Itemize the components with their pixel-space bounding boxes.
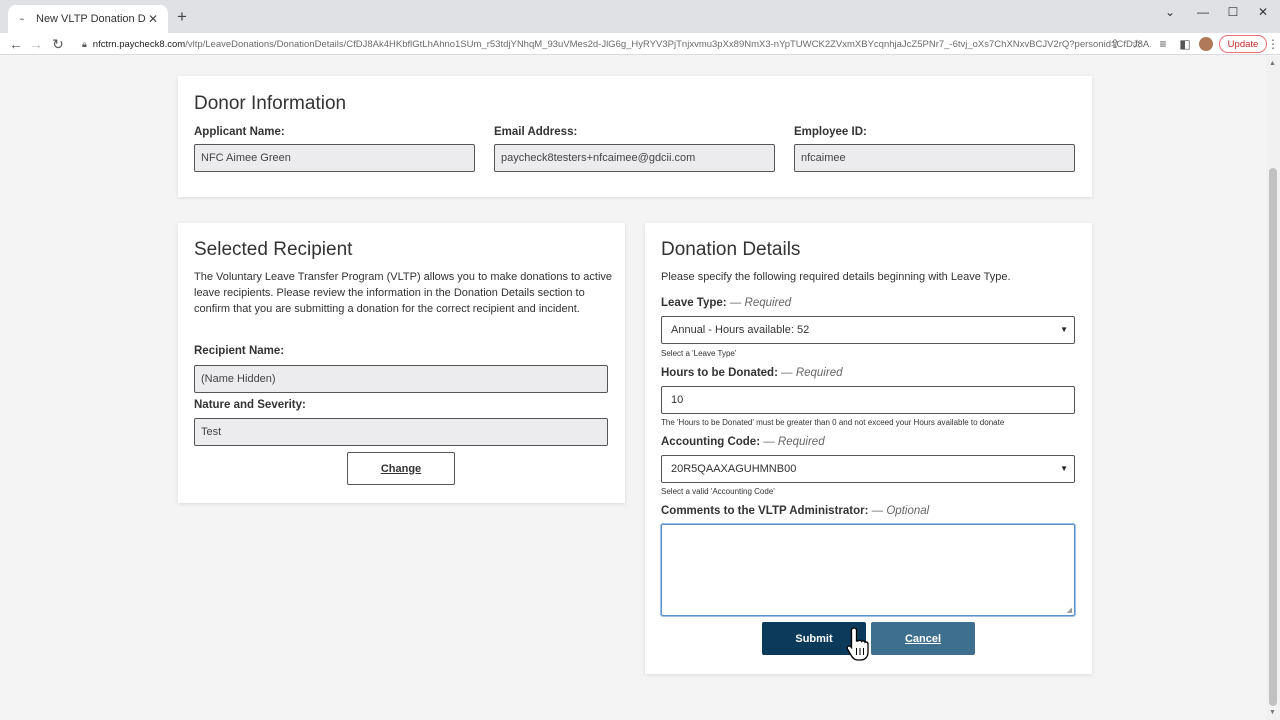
- tab-title: New VLTP Donation Detail: [36, 13, 146, 25]
- leave-type-select[interactable]: Annual - Hours available: 52 ▼: [661, 316, 1075, 344]
- site-favicon-icon: ⌁: [19, 13, 25, 24]
- accounting-code-help: Select a valid 'Accounting Code': [661, 487, 775, 496]
- hours-donated-input[interactable]: 10: [661, 386, 1075, 414]
- chevron-down-icon: ▼: [1060, 325, 1068, 334]
- star-icon[interactable]: ☆: [1128, 34, 1146, 54]
- leave-type-label-text: Leave Type:: [661, 297, 727, 309]
- applicant-name-label: Applicant Name:: [194, 126, 285, 138]
- page-scrollbar[interactable]: ▲ ▼: [1266, 56, 1280, 720]
- donation-details-card: Donation Details Please specify the foll…: [645, 223, 1092, 674]
- reading-list-icon[interactable]: ≡: [1154, 34, 1172, 54]
- nature-severity-label: Nature and Severity:: [194, 399, 306, 411]
- browser-toolbar: ← → ↻ 🔒︎ nfctrn.paycheck8.com/vltp/Leave…: [0, 33, 1280, 55]
- tab-close-icon[interactable]: ✕: [146, 12, 160, 26]
- required-tag: — Required: [763, 436, 825, 448]
- page-viewport: Donor Information Applicant Name: NFC Ai…: [0, 56, 1266, 720]
- leave-type-value: Annual - Hours available: 52: [671, 324, 810, 336]
- hours-donated-label-text: Hours to be Donated:: [661, 367, 778, 379]
- recipient-description: The Voluntary Leave Transfer Program (VL…: [194, 271, 612, 315]
- donation-intro: Please specify the following required de…: [661, 271, 1011, 283]
- share-icon[interactable]: ⇪: [1106, 34, 1124, 54]
- cancel-button[interactable]: Cancel: [871, 622, 975, 655]
- recipient-name-field: (Name Hidden): [194, 365, 608, 393]
- minimize-icon[interactable]: —: [1188, 2, 1218, 22]
- applicant-name-field: NFC Aimee Green: [194, 144, 475, 172]
- window-close-icon[interactable]: ✕: [1248, 2, 1278, 22]
- resize-grip-icon[interactable]: ◢: [1067, 606, 1072, 614]
- leave-type-help: Select a 'Leave Type': [661, 349, 737, 358]
- hand-pointer-cursor-icon: [846, 627, 869, 661]
- recipient-name-label: Recipient Name:: [194, 345, 285, 357]
- accounting-code-value: 20R5QAAXAGUHMNB00: [671, 463, 797, 475]
- comments-label: Comments to the VLTP Administrator: — Op…: [661, 505, 929, 517]
- url-path: /vltp/LeaveDonations/DonationDetails/CfD…: [185, 38, 1151, 50]
- scrollbar-thumb[interactable]: [1269, 168, 1277, 706]
- selected-recipient-card: Selected Recipient The Voluntary Leave T…: [178, 223, 625, 503]
- reload-icon[interactable]: ↻: [48, 33, 68, 55]
- browser-tab[interactable]: ⌁ New VLTP Donation Detail ✕: [8, 5, 168, 33]
- email-address-field: paycheck8testers+nfcaimee@gdcii.com: [494, 144, 775, 172]
- donation-heading: Donation Details: [661, 239, 801, 260]
- address-bar[interactable]: 🔒︎ nfctrn.paycheck8.com/vltp/LeaveDonati…: [76, 34, 1151, 54]
- change-button[interactable]: Change: [347, 452, 455, 485]
- comments-textarea[interactable]: ◢: [661, 524, 1075, 616]
- scroll-up-icon[interactable]: ▲: [1269, 60, 1276, 67]
- accounting-code-label-text: Accounting Code:: [661, 436, 761, 448]
- hours-donated-help: The 'Hours to be Donated' must be greate…: [661, 418, 1005, 427]
- lock-icon[interactable]: 🔒︎: [82, 39, 87, 50]
- update-button[interactable]: Update: [1219, 35, 1267, 53]
- required-tag: — Required: [729, 297, 792, 309]
- back-icon[interactable]: ←: [6, 33, 26, 55]
- accounting-code-select[interactable]: 20R5QAAXAGUHMNB00 ▼: [661, 455, 1075, 483]
- browser-tab-bar: ⌁ New VLTP Donation Detail ✕ + ⌄ — ☐ ✕: [0, 0, 1280, 33]
- side-panel-icon[interactable]: ◧: [1176, 34, 1194, 54]
- maximize-icon[interactable]: ☐: [1218, 2, 1248, 22]
- chevron-down-icon: ▼: [1060, 464, 1068, 473]
- nature-severity-field: Test: [194, 418, 608, 446]
- url-domain: nfctrn.paycheck8.com: [92, 38, 186, 50]
- leave-type-label: Leave Type: — Required: [661, 297, 791, 309]
- kebab-menu-icon[interactable]: ⋮: [1267, 34, 1279, 54]
- new-tab-icon[interactable]: +: [174, 7, 190, 27]
- hours-donated-label: Hours to be Donated: — Required: [661, 367, 843, 379]
- recipient-heading: Selected Recipient: [194, 239, 353, 260]
- required-tag: — Required: [781, 367, 843, 379]
- employee-id-label: Employee ID:: [794, 126, 867, 138]
- optional-tag: — Optional: [871, 505, 930, 517]
- employee-id-field: nfcaimee: [794, 144, 1075, 172]
- tab-search-icon[interactable]: ⌄: [1155, 2, 1185, 22]
- accounting-code-label: Accounting Code: — Required: [661, 436, 825, 448]
- profile-avatar[interactable]: [1199, 37, 1213, 51]
- comments-label-text: Comments to the VLTP Administrator:: [661, 505, 869, 517]
- donor-heading: Donor Information: [194, 93, 347, 114]
- scroll-down-icon[interactable]: ▼: [1269, 709, 1276, 716]
- donor-information-card: Donor Information Applicant Name: NFC Ai…: [178, 76, 1092, 197]
- email-address-label: Email Address:: [494, 126, 578, 138]
- forward-icon[interactable]: →: [26, 33, 46, 55]
